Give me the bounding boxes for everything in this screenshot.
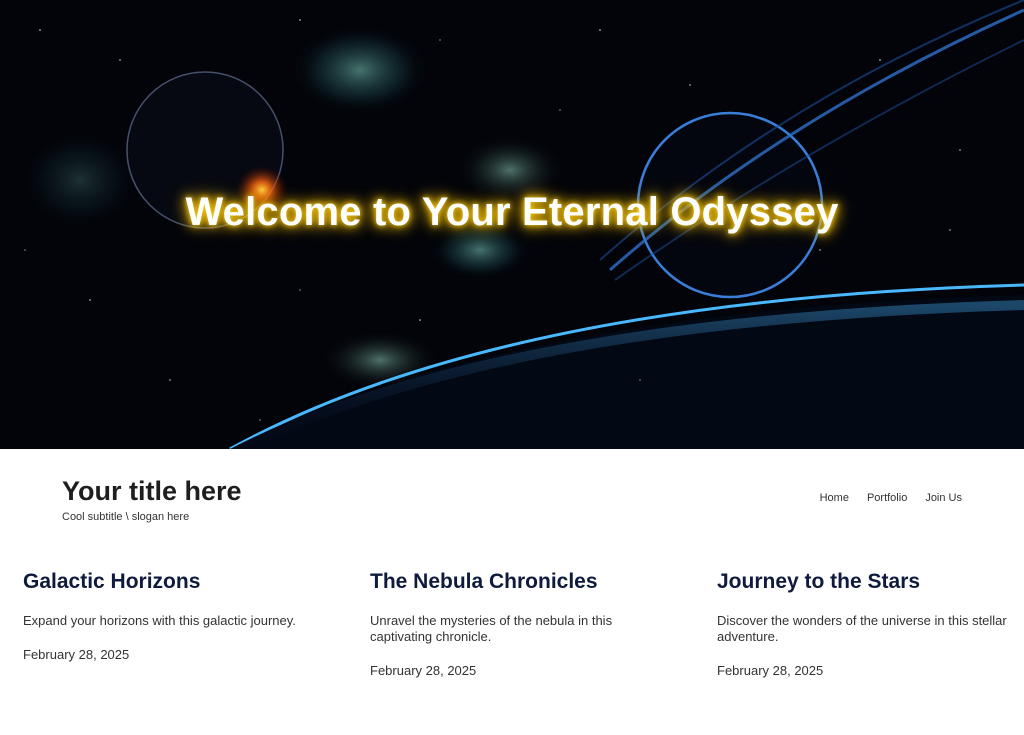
post-date: February 28, 2025 [370, 663, 477, 678]
site-subtitle: Cool subtitle \ slogan here [62, 511, 190, 523]
post-title[interactable]: The Nebula Chronicles [370, 569, 670, 595]
site-branding: Your title here Cool subtitle \ slogan h… [62, 476, 242, 523]
post-card: Galactic Horizons Expand your horizons w… [23, 569, 323, 662]
nav-item-home[interactable]: Home [820, 492, 849, 504]
main-navigation: Home Portfolio Join Us [820, 492, 962, 504]
hero-title: Welcome to Your Eternal Odyssey [185, 190, 839, 234]
post-excerpt: Discover the wonders of the universe in … [717, 613, 1007, 644]
post-date: February 28, 2025 [717, 663, 824, 678]
post-card: Journey to the Stars Discover the wonder… [717, 569, 1017, 678]
post-date: February 28, 2025 [23, 647, 130, 662]
nav-item-join-us[interactable]: Join Us [925, 492, 962, 504]
post-excerpt: Unravel the mysteries of the nebula in t… [370, 613, 613, 644]
post-card: The Nebula Chronicles Unravel the myster… [370, 569, 670, 678]
nav-item-portfolio[interactable]: Portfolio [867, 492, 907, 504]
site-title[interactable]: Your title here [62, 476, 242, 506]
post-title[interactable]: Journey to the Stars [717, 569, 1017, 595]
post-title[interactable]: Galactic Horizons [23, 569, 323, 595]
hero-banner: Welcome to Your Eternal Odyssey [0, 0, 1024, 449]
post-excerpt: Expand your horizons with this galactic … [23, 613, 296, 628]
